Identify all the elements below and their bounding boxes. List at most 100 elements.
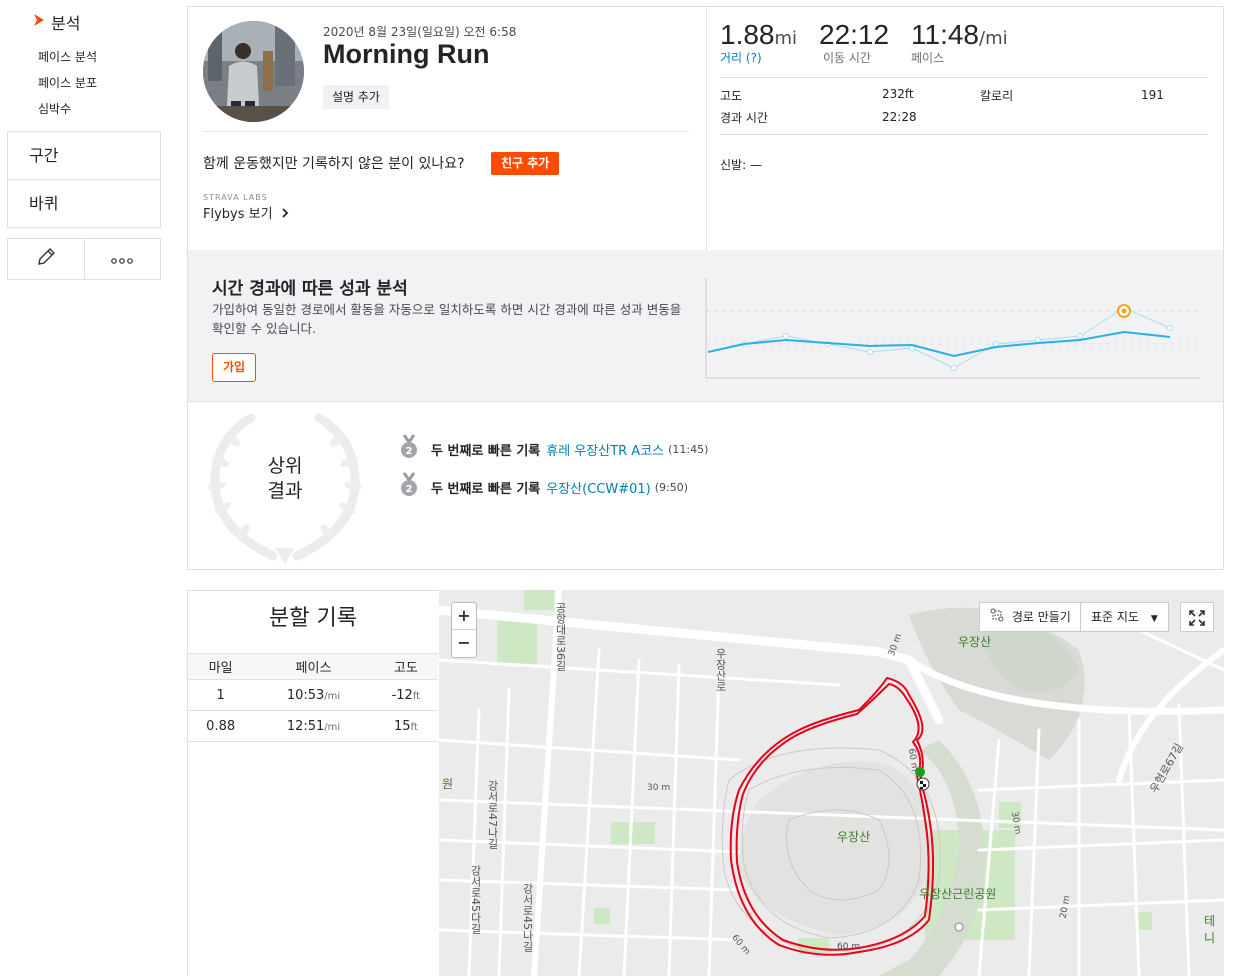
moving-time-value: 22:12 bbox=[819, 19, 890, 50]
segment-time: (9:50) bbox=[654, 480, 689, 494]
sidebar: 분석 페이스 분석 페이스 분포 심박수 구간 바퀴 bbox=[7, 0, 161, 280]
silver-medal-icon: 2 bbox=[400, 434, 418, 464]
activity-card: 2020년 8월 23일(일요일) 오전 6:58 Morning Run 설명… bbox=[187, 6, 1224, 570]
divider bbox=[720, 77, 1208, 78]
activity-stats: 1.88mi 거리 (?) 22:12 이동 시간 11:48/mi 페이스 고… bbox=[706, 7, 1223, 250]
calories-value: 191 bbox=[1141, 88, 1164, 102]
shoes-info: 신발: — bbox=[720, 158, 762, 172]
sidebar-subitem-pace-analysis[interactable]: 페이스 분석 bbox=[7, 44, 161, 70]
activity-summary: 2020년 8월 23일(일요일) 오전 6:58 Morning Run 설명… bbox=[188, 7, 707, 250]
map-label-road: 강서로45나길 bbox=[521, 883, 534, 952]
split-pace-unit: /mi bbox=[324, 690, 341, 702]
map-label-edge: 원 bbox=[442, 777, 454, 791]
pace-label: 페이스 bbox=[911, 51, 945, 65]
flyby-label: Flybys 보기 bbox=[203, 207, 273, 222]
sidebar-item-analysis[interactable]: 분석 bbox=[7, 0, 161, 44]
sidebar-item-segments[interactable]: 구간 bbox=[7, 132, 161, 180]
map-label-poi: 우장산근린공원 bbox=[919, 887, 997, 901]
chevron-right-icon bbox=[33, 13, 45, 31]
split-pace: 10:53/mi bbox=[253, 679, 374, 711]
split-elev-value: -12 bbox=[391, 687, 413, 703]
analysis-description: 가입하여 동일한 경로에서 활동을 자동으로 일치하도록 하면 시간 경과에 따… bbox=[212, 302, 682, 336]
achievement-item: 2 두 번째로 빠른 기록 휴레 우장산TR A코스 (11:45) bbox=[400, 434, 708, 464]
achievement-item: 2 두 번째로 빠른 기록 우장산(CCW#01) (9:50) bbox=[400, 472, 688, 502]
segment-link[interactable]: 우장산(CCW#01) bbox=[546, 478, 650, 497]
svg-text:2: 2 bbox=[406, 446, 413, 457]
calories-label: 칼로리 bbox=[980, 89, 1014, 103]
split-pace: 12:51/mi bbox=[253, 710, 374, 742]
activity-date: 2020년 8월 23일(일요일) 오전 6:58 bbox=[323, 25, 517, 39]
achievement-prefix: 두 번째로 빠른 기록 bbox=[431, 443, 541, 459]
avatar[interactable] bbox=[203, 21, 304, 122]
map-type-select[interactable]: 표준 지도 ▼ bbox=[1080, 602, 1169, 632]
divider bbox=[720, 134, 1208, 135]
distance-label[interactable]: 거리 (?) bbox=[720, 49, 797, 66]
more-dots-icon bbox=[110, 250, 134, 269]
achievement-prefix: 두 번째로 빠른 기록 bbox=[431, 481, 541, 497]
performance-analysis-panel: 시간 경과에 따른 성과 분석 가입하여 동일한 경로에서 활동을 자동으로 일… bbox=[188, 250, 1223, 401]
split-elev-unit: ft bbox=[412, 690, 421, 702]
sidebar-subitem-pace-distribution[interactable]: 페이스 분포 bbox=[7, 70, 161, 96]
top-results-label: 상위 결과 bbox=[246, 454, 324, 504]
map-label-road: 공항대로36길 bbox=[554, 602, 567, 671]
add-friend-button[interactable]: 친구 추가 bbox=[491, 152, 560, 175]
table-header-row: 마일 페이스 고도 bbox=[188, 653, 438, 680]
divider bbox=[203, 131, 690, 132]
map-label-road: 우장산로 bbox=[714, 648, 727, 692]
map-label-edge: 테니 bbox=[1204, 914, 1216, 945]
route-map[interactable]: + − 경로 만들기 표준 지도 ▼ 우장산 우장산 우장산근린공원 공항대로3… bbox=[439, 590, 1224, 976]
distance-value: 1.88 bbox=[720, 19, 775, 50]
split-pace-unit: /mi bbox=[324, 721, 341, 733]
sidebar-item-gear[interactable]: 바퀴 bbox=[7, 180, 161, 228]
column-header-elevation: 고도 bbox=[373, 653, 438, 680]
svg-text:2: 2 bbox=[406, 484, 413, 495]
route-builder-label: 경로 만들기 bbox=[1011, 610, 1071, 624]
map-label-poi: 우장산 bbox=[958, 635, 992, 649]
route-builder-button[interactable]: 경로 만들기 bbox=[979, 602, 1082, 632]
activity-title: Morning Run bbox=[323, 39, 490, 69]
zoom-in-button[interactable]: + bbox=[452, 603, 476, 630]
join-button[interactable]: 가입 bbox=[212, 353, 257, 382]
map-label-contour: 30 m bbox=[647, 783, 671, 793]
performance-sparkline bbox=[704, 274, 1204, 388]
fullscreen-button[interactable] bbox=[1180, 602, 1214, 632]
more-button[interactable] bbox=[85, 239, 161, 279]
sidebar-actions bbox=[7, 238, 161, 280]
split-mile: 0.88 bbox=[188, 710, 254, 742]
stat-pace: 11:48/mi 페이스 bbox=[911, 19, 1008, 66]
column-header-pace: 페이스 bbox=[253, 653, 374, 680]
pace-unit: /mi bbox=[979, 28, 1008, 49]
split-elevation: -12ft bbox=[373, 679, 438, 711]
sidebar-item-label: 분석 bbox=[51, 14, 81, 33]
elapsed-time-value: 22:28 bbox=[882, 110, 917, 124]
analysis-title: 시간 경과에 따른 성과 분석 bbox=[212, 279, 408, 299]
flyby-link[interactable]: Flybys 보기 bbox=[203, 203, 289, 222]
map-label-contour: 60 m bbox=[837, 942, 861, 952]
zoom-out-button[interactable]: − bbox=[452, 630, 476, 657]
together-prompt: 함께 운동했지만 기록하지 않은 분이 있나요? bbox=[203, 156, 465, 172]
split-elevation: 15ft bbox=[373, 710, 438, 742]
stat-moving-time: 22:12 이동 시간 bbox=[819, 19, 889, 66]
column-header-mile: 마일 bbox=[188, 653, 254, 680]
splits-table: 마일 페이스 고도 1 10:53/mi -12ft 0.88 12:51/mi… bbox=[188, 653, 438, 742]
map-label-poi: 우장산 bbox=[837, 830, 871, 844]
chevron-right-icon bbox=[281, 207, 289, 222]
splits-title: 분할 기록 bbox=[269, 606, 357, 631]
map-label-road: 강서로47나길 bbox=[486, 780, 499, 849]
pencil-icon bbox=[35, 246, 57, 272]
segment-link[interactable]: 휴레 우장산TR A코스 bbox=[546, 440, 664, 459]
top-results-label-line1: 상위 bbox=[267, 455, 303, 477]
pace-value: 11:48 bbox=[911, 19, 979, 50]
top-results-label-line2: 결과 bbox=[267, 480, 303, 502]
elapsed-time-label: 경과 시간 bbox=[720, 111, 768, 125]
table-row: 0.88 12:51/mi 15ft bbox=[188, 710, 438, 742]
split-pace-value: 10:53 bbox=[286, 687, 325, 703]
add-description-button[interactable]: 설명 추가 bbox=[323, 85, 389, 109]
edit-button[interactable] bbox=[8, 239, 85, 279]
sidebar-subitem-heart-rate[interactable]: 심박수 bbox=[7, 96, 161, 122]
caret-down-icon: ▼ bbox=[1150, 614, 1158, 624]
top-results-section: 상위 결과 2 두 번째로 빠른 기록 휴레 우장산TR A코스 (11:45)… bbox=[188, 401, 1223, 569]
zoom-control: + − bbox=[451, 602, 477, 658]
distance-unit: mi bbox=[774, 28, 798, 49]
moving-time-label: 이동 시간 bbox=[823, 51, 871, 65]
